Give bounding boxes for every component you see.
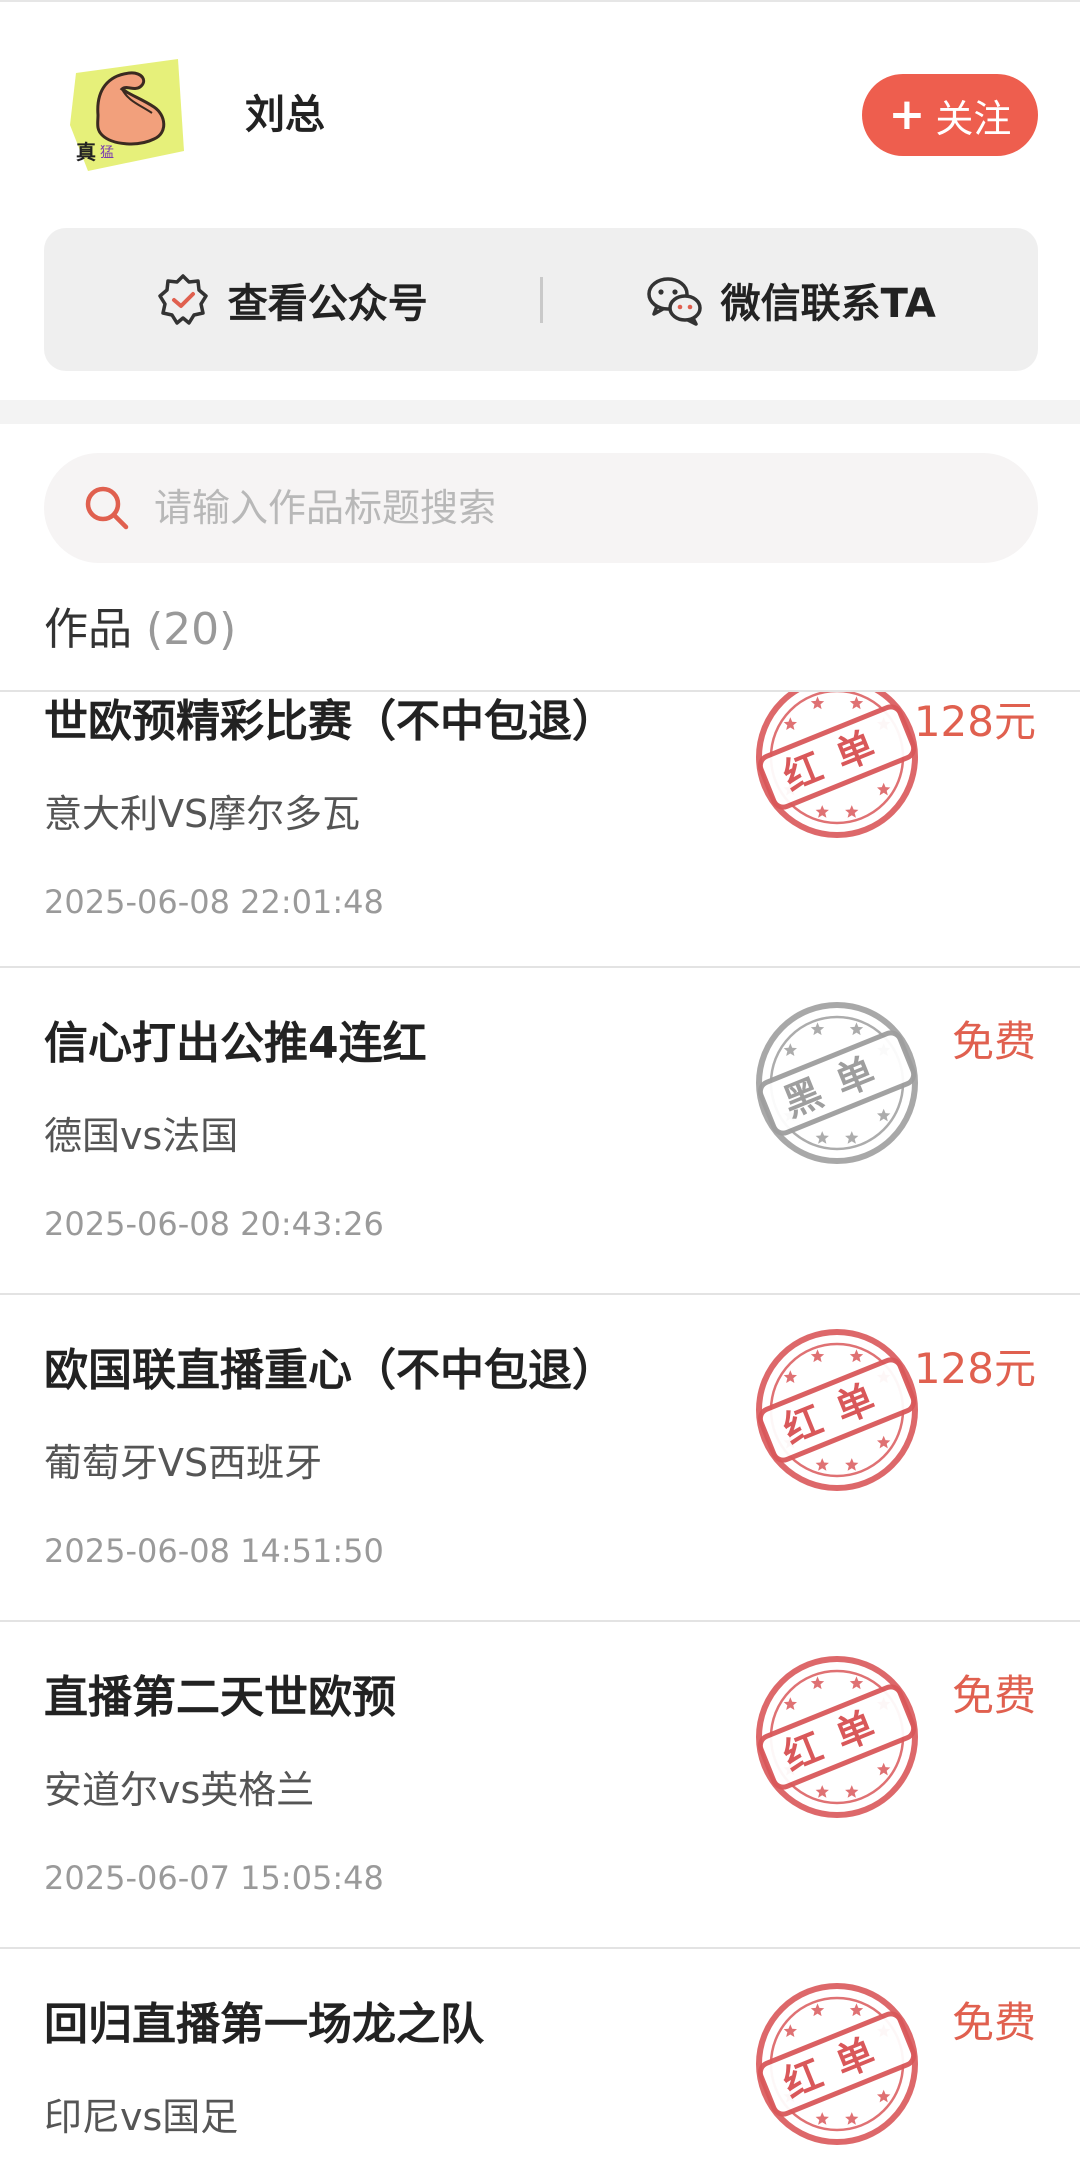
work-title: 回归直播第一场龙之队 [44,1999,484,2050]
work-match: 意大利VS摩尔多瓦 [44,792,361,836]
work-time: 2025-06-08 14:51:50 [44,1532,384,1570]
avatar-image: 真 猛 [70,59,184,171]
work-match: 印尼vs国足 [44,2095,239,2139]
section-separator [0,400,1080,424]
wechat-contact-button[interactable]: 微信联系TA [543,271,1039,329]
work-match: 安道尔vs英格兰 [44,1768,315,1812]
work-title: 信心打出公推4连红 [44,1018,427,1069]
username: 刘总 [245,92,325,138]
work-item[interactable]: 直播第二天世欧预 安道尔vs英格兰 2025-06-07 15:05:48 免费… [0,1622,1080,1949]
works-list: 世欧预精彩比赛（不中包退） 意大利VS摩尔多瓦 2025-06-08 22:01… [0,692,1080,2177]
work-time: 2025-06-07 15:05:48 [44,1859,384,1897]
red-stamp-icon: 红单 [756,692,918,838]
red-stamp-icon: 红单 [756,1329,918,1491]
view-official-account-label: 查看公众号 [227,280,428,327]
work-item[interactable]: 世欧预精彩比赛（不中包退） 意大利VS摩尔多瓦 2025-06-08 22:01… [0,692,1080,968]
action-bar: 查看公众号 微信联系TA [44,228,1038,371]
search-bar[interactable] [44,453,1038,563]
works-label: 作品 [44,604,132,655]
works-header: 作品 (20) [44,600,236,660]
work-time: 2025-06-08 20:43:26 [44,1205,384,1243]
work-price: 128元 [913,697,1036,746]
wechat-icon [646,276,702,326]
wechat-contact-label: 微信联系TA [720,280,936,327]
svg-text:猛: 猛 [100,145,114,161]
work-match: 葡萄牙VS西班牙 [44,1441,323,1485]
follow-label: 关注 [935,96,1012,141]
follow-button[interactable]: + 关注 [862,74,1038,156]
search-icon [85,486,129,530]
work-match: 德国vs法国 [44,1114,239,1158]
profile-header: 真 猛 刘总 + 关注 查看公众号 微信联系TA [0,0,1080,400]
svg-text:真: 真 [76,140,96,164]
view-official-account-button[interactable]: 查看公众号 [44,271,540,329]
work-time: 2025-06-08 22:01:48 [44,883,384,921]
search-input[interactable] [154,486,974,530]
red-stamp-icon: 红单 [756,1656,918,1818]
work-price: 免费 [951,1671,1036,1720]
work-title: 直播第二天世欧预 [44,1672,396,1723]
work-item[interactable]: 欧国联直播重心（不中包退） 葡萄牙VS西班牙 2025-06-08 14:51:… [0,1295,1080,1622]
work-title: 欧国联直播重心（不中包退） [44,1345,616,1396]
work-price: 免费 [951,1998,1036,2047]
works-count: (20) [146,604,237,655]
plus-icon: + [888,89,926,140]
work-title: 世欧预精彩比赛（不中包退） [44,696,616,747]
work-price: 免费 [951,1017,1036,1066]
avatar[interactable]: 真 猛 [68,55,188,175]
badge-check-icon [158,273,208,325]
black-stamp-icon: 黑单 [756,1002,918,1164]
red-stamp-icon: 红单 [756,1983,918,2145]
work-item[interactable]: 信心打出公推4连红 德国vs法国 2025-06-08 20:43:26 免费 … [0,968,1080,1295]
work-price: 128元 [913,1344,1036,1393]
work-item[interactable]: 回归直播第一场龙之队 印尼vs国足 免费 红单 [0,1949,1080,2177]
